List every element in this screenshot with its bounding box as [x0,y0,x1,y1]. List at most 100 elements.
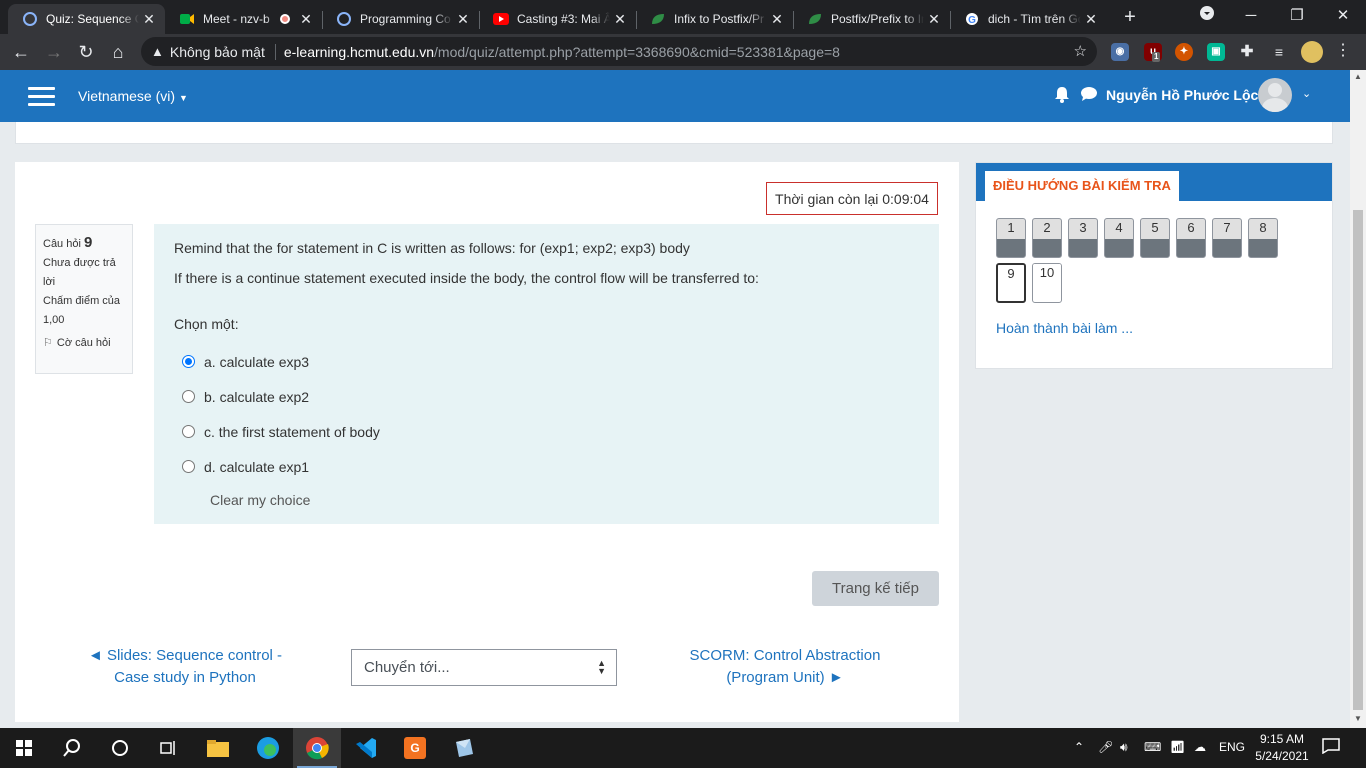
finish-attempt-link[interactable]: Hoàn thành bài làm ... [996,320,1133,336]
hamburger-menu-icon[interactable] [28,87,55,107]
browser-toolbar: ← → ↻ ⌂ ▲ Không bảo mật e-learning.hcmut… [0,34,1366,70]
window-close-button[interactable]: ✕ [1320,4,1366,28]
task-view-icon[interactable] [144,728,192,768]
language-menu[interactable]: Vietnamese (vi) ▼ [78,88,188,104]
warning-icon: ▲ [151,44,164,59]
bookmark-star-icon[interactable]: ☆ [1074,42,1087,60]
ublock-icon[interactable]: u1 [1144,43,1162,62]
quiz-nav-button-5[interactable]: 5 [1140,218,1170,258]
quiz-nav-button-6[interactable]: 6 [1176,218,1206,258]
vscode-icon[interactable] [342,728,390,768]
quiz-nav-button-8[interactable]: 8 [1248,218,1278,258]
notification-bell-icon[interactable] [1054,86,1070,108]
tab-search-icon[interactable] [1184,4,1230,28]
app-crystal-icon[interactable] [440,728,488,768]
next-page-button[interactable]: Trang kế tiếp [812,571,939,606]
answer-option-a[interactable]: a. calculate exp3 [182,344,919,379]
restore-button[interactable]: ❐ [1274,4,1320,28]
quiz-nav-button-4[interactable]: 4 [1104,218,1134,258]
option-label[interactable]: a. calculate exp3 [204,354,309,370]
chrome-profile-avatar[interactable] [1301,41,1323,63]
flag-question-link[interactable]: ⚐ Cờ câu hỏi [43,334,125,353]
close-icon[interactable]: ✕ [610,11,630,28]
quiz-navigation-header: ĐIỀU HƯỚNG BÀI KIỂM TRA [976,163,1332,201]
next-activity-link[interactable]: SCORM: Control Abstraction (Program Unit… [680,645,890,689]
edge-icon[interactable] [244,728,292,768]
browser-tab-postfix[interactable]: Postfix/Prefix to In ✕ [793,4,950,34]
answer-option-c[interactable]: c. the first statement of body [182,414,919,449]
close-icon[interactable]: ✕ [296,11,316,28]
close-icon[interactable]: ✕ [139,11,159,28]
quiz-nav-button-7[interactable]: 7 [1212,218,1242,258]
windows-start-icon[interactable] [0,728,48,768]
option-label[interactable]: d. calculate exp1 [204,459,309,475]
radio-button[interactable] [182,390,195,403]
previous-activity-link[interactable]: ◄ Slides: Sequence control - Case study … [75,645,295,689]
input-language[interactable]: ENG [1219,740,1245,754]
wifi-icon[interactable]: 📶︎ [1170,740,1185,754]
scroll-up-icon[interactable]: ▲ [1354,72,1362,81]
chrome-menu-icon[interactable]: ⋮ [1335,40,1351,60]
svg-text:G: G [968,15,976,26]
browser-tab-infix[interactable]: Infix to Postfix/Pr ✕ [636,4,793,34]
minimize-button[interactable]: ─ [1228,4,1274,28]
close-icon[interactable]: ✕ [924,11,944,28]
close-icon[interactable]: ✕ [1081,11,1101,28]
option-label[interactable]: c. the first statement of body [204,424,380,440]
radio-button[interactable] [182,460,195,473]
quiz-nav-button-1[interactable]: 1 [996,218,1026,258]
volume-icon[interactable]: 🔊︎ [1120,740,1128,755]
foxit-pdf-icon[interactable]: G [391,728,439,768]
taskbar-clock[interactable]: 9:15 AM 5/24/2021 [1250,731,1314,765]
close-icon[interactable]: ✕ [767,11,787,28]
security-label[interactable]: Không bảo mật [170,44,265,60]
option-label[interactable]: b. calculate exp2 [204,389,309,405]
onedrive-cloud-icon[interactable]: ☁ [1194,740,1206,754]
user-name[interactable]: Nguyễn Hồ Phước Lộc [1106,87,1258,103]
page-scrollbar[interactable]: ▲ ▼ [1350,70,1366,728]
extensions-puzzle-icon[interactable]: ✚ [1238,43,1256,61]
close-icon[interactable]: ✕ [453,11,473,28]
browser-tab-google[interactable]: G dich - Tìm trên Go ✕ [950,4,1107,34]
microphone-icon[interactable]: 🎤︎ [1098,740,1113,754]
quiz-nav-button-3[interactable]: 3 [1068,218,1098,258]
quiz-nav-button-10[interactable]: 10 [1032,263,1062,303]
extension-green-icon[interactable]: ▣ [1207,43,1225,61]
messages-chat-icon[interactable] [1080,86,1098,107]
new-tab-button[interactable]: + [1118,6,1142,30]
search-icon[interactable] [48,728,96,768]
keyboard-ime-icon[interactable]: ⌨ [1144,740,1161,754]
radio-button[interactable] [182,355,195,368]
chevron-down-icon[interactable]: ⌄ [1302,87,1311,100]
quiz-nav-button-2[interactable]: 2 [1032,218,1062,258]
forward-button[interactable]: → [41,39,67,65]
cortana-icon[interactable] [96,728,144,768]
scrollbar-thumb[interactable] [1353,210,1363,710]
answer-option-d[interactable]: d. calculate exp1 [182,449,919,484]
notification-center-icon[interactable] [1322,738,1340,759]
google-icon: G [964,11,980,27]
moodle-icon [22,11,38,27]
answer-option-b[interactable]: b. calculate exp2 [182,379,919,414]
back-button[interactable]: ← [8,39,34,65]
scroll-down-icon[interactable]: ▼ [1354,714,1362,723]
browser-tab-meet[interactable]: Meet - nzv-b ✕ [165,4,322,34]
file-explorer-icon[interactable] [194,728,242,768]
chrome-taskbar-icon[interactable] [293,728,341,768]
media-control-icon[interactable]: ≡ [1270,43,1288,61]
home-button[interactable]: ⌂ [105,39,131,65]
clock-time: 9:15 AM [1259,732,1305,746]
tray-expand-icon[interactable]: ⌃ [1074,740,1084,754]
quiz-nav-button-9[interactable]: 9 [996,263,1026,303]
jump-to-select[interactable]: Chuyển tới... ▲ ▼ [351,649,617,686]
clear-choice-link[interactable]: Clear my choice [210,492,919,508]
browser-tab-quiz[interactable]: Quiz: Sequence C ✕ [8,4,165,34]
browser-tab-youtube[interactable]: Casting #3: Mai Â ✕ [479,4,636,34]
user-avatar[interactable] [1258,78,1292,112]
reload-button[interactable]: ↻ [73,39,99,65]
browser-tab-programming[interactable]: Programming Co ✕ [322,4,479,34]
radio-button[interactable] [182,425,195,438]
extension-owl-icon[interactable]: ◉ [1111,43,1129,61]
address-bar[interactable]: ▲ Không bảo mật e-learning.hcmut.edu.vn … [141,37,1097,66]
extension-fox-icon[interactable]: ✦ [1175,43,1193,61]
